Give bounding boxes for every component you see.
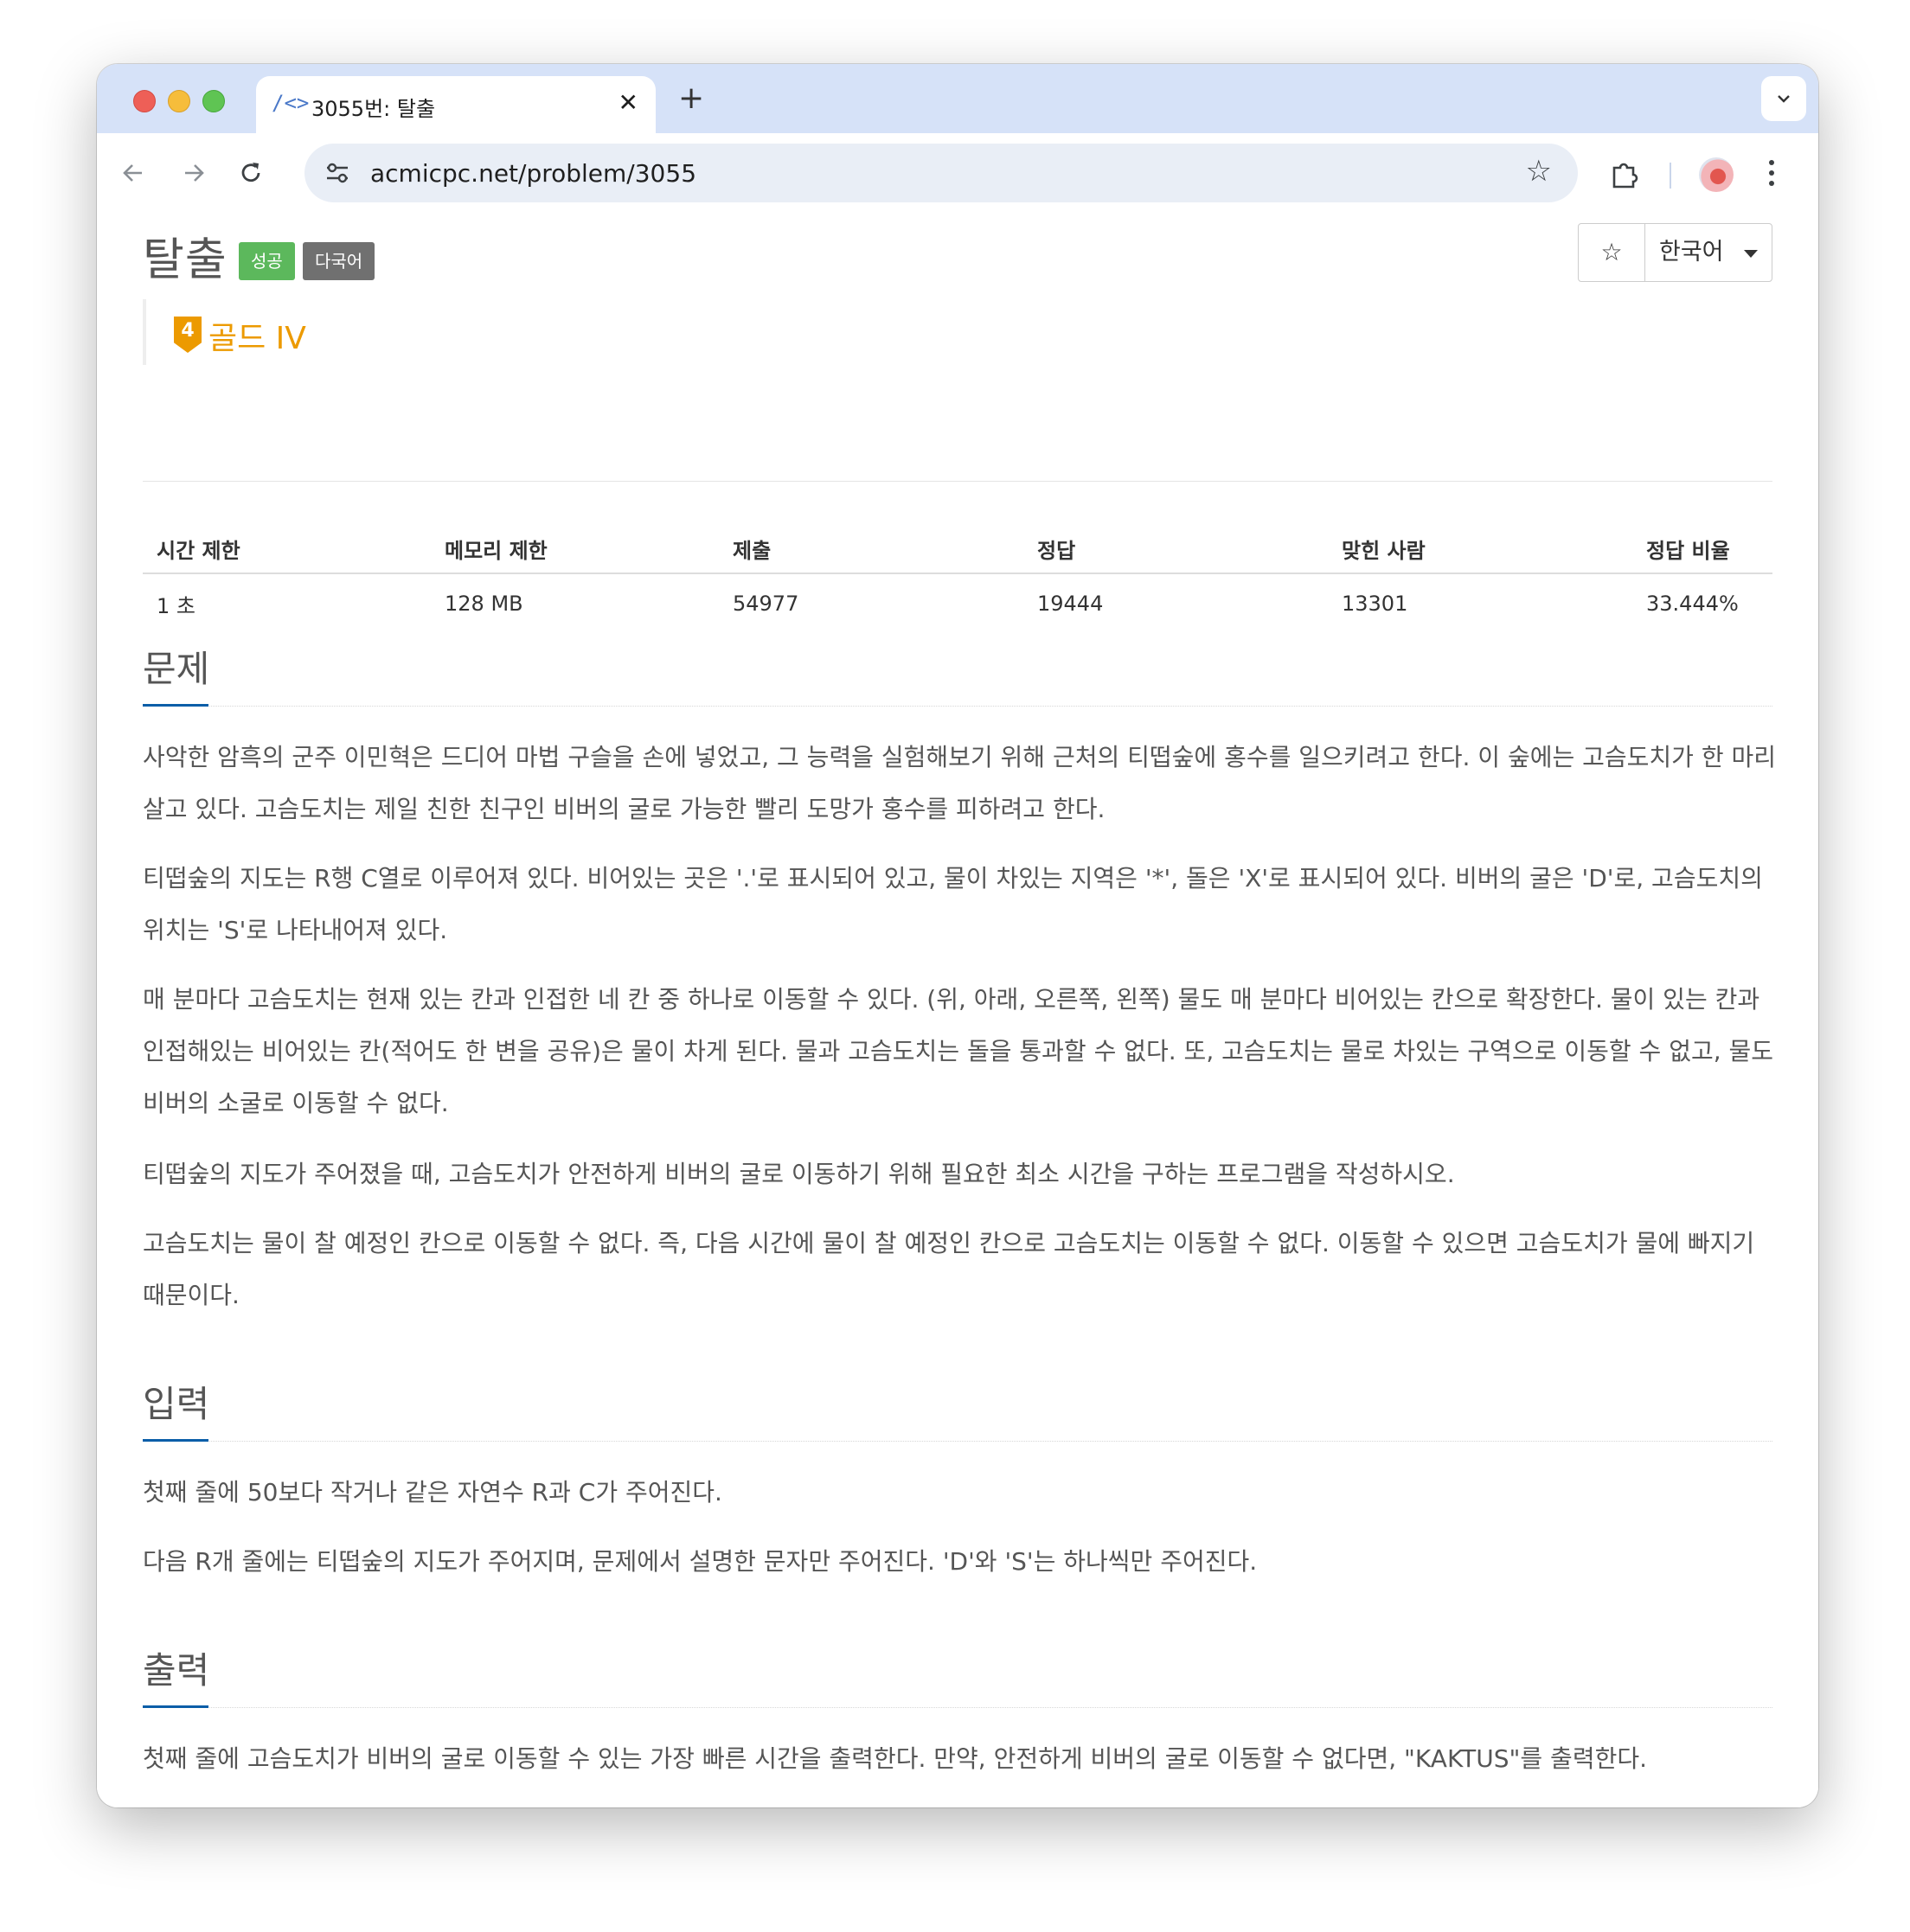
input-paragraph: 첫째 줄에 50보다 작거나 같은 자연수 R과 C가 주어진다. (143, 1478, 722, 1507)
table-header: 정답 (1023, 524, 1328, 574)
tier-name[interactable]: 골드 IV (208, 313, 306, 358)
forward-icon[interactable] (180, 152, 208, 198)
new-tab-button[interactable]: + (678, 81, 704, 116)
problem-title: 탈출 (143, 234, 228, 286)
profile-avatar[interactable] (1699, 157, 1734, 192)
divider (143, 481, 1772, 482)
problem-paragraph: 사악한 암흑의 군주 이민혁은 드디어 마법 구슬을 손에 넣었고, 그 능력을… (143, 743, 1777, 823)
maximize-window-button[interactable] (202, 90, 225, 112)
minimize-window-button[interactable] (168, 90, 190, 112)
table-header: 정답 비율 (1632, 524, 1772, 574)
more-menu-icon[interactable] (1766, 156, 1777, 198)
favorite-star-button[interactable]: ☆ (1579, 224, 1645, 281)
problem-paragraph: 티떱숲의 지도가 주어졌을 때, 고슴도치가 안전하게 비버의 굴로 이동하기 … (143, 1160, 1455, 1188)
problem-info-table: 시간 제한 메모리 제한 제출 정답 맞힌 사람 정답 비율 1 초 128 M… (143, 524, 1772, 633)
tier-block: 4 골드 IV (143, 299, 306, 365)
table-header: 시간 제한 (143, 524, 431, 574)
table-row: 1 초 128 MB 54977 19444 13301 33.444% (143, 573, 1772, 633)
output-section-header: 출력 (143, 1645, 1772, 1708)
table-cell: 13301 (1342, 592, 1408, 616)
input-paragraph: 다음 R개 줄에는 티떱숲의 지도가 주어지며, 문제에서 설명한 문자만 주어… (143, 1547, 1258, 1576)
section-divider (143, 1707, 1772, 1708)
tab-search-chevron-icon[interactable] (1761, 76, 1806, 121)
problem-actions: ☆ 한국어 (1578, 223, 1772, 282)
table-cell: 128 MB (445, 592, 523, 616)
tab-close-icon[interactable]: ✕ (619, 88, 638, 117)
bookmark-star-icon[interactable]: ☆ (1526, 154, 1552, 189)
table-header: 제출 (719, 524, 1023, 574)
multilang-label[interactable]: 다국어 (303, 242, 375, 280)
table-header: 메모리 제한 (431, 524, 719, 574)
table-cell: 1 초 (157, 593, 195, 618)
problem-paragraph: 티떱숲의 지도는 R행 C열로 이루어져 있다. 비어있는 곳은 '.'로 표시… (143, 864, 1763, 944)
section-underline (143, 1439, 208, 1442)
back-icon[interactable] (119, 152, 147, 198)
toolbar: acmicpc.net/problem/3055 ☆ (97, 133, 1818, 217)
page-content: 탈출 성공 다국어 ☆ 한국어 4 골드 IV 시간 제한 메모리 제한 제출 … (97, 216, 1818, 1807)
section-underline (143, 704, 208, 707)
problem-section-header: 문제 (143, 643, 1772, 707)
reload-icon[interactable] (237, 152, 265, 198)
output-section-title: 출력 (143, 1649, 210, 1692)
tab-active[interactable]: /<> 3055번: 탈출 ✕ (256, 76, 656, 133)
tab-title: 3055번: 탈출 (311, 97, 436, 121)
caret-down-icon (1744, 250, 1758, 258)
problem-paragraph: 매 분마다 고슴도치는 현재 있는 칸과 인접한 네 칸 중 하나로 이동할 수… (143, 985, 1774, 1117)
section-underline (143, 1705, 208, 1708)
success-label[interactable]: 성공 (239, 242, 295, 280)
code-favicon-icon: /<> (272, 91, 310, 115)
table-cell: 33.444% (1646, 592, 1739, 616)
input-section-title: 입력 (143, 1383, 210, 1425)
url-text[interactable]: acmicpc.net/problem/3055 (370, 159, 696, 188)
gold-tier-shield-icon: 4 (174, 317, 202, 353)
extensions-icon[interactable] (1607, 157, 1642, 192)
site-info-icon[interactable] (322, 157, 353, 189)
section-divider (143, 1441, 1772, 1442)
problem-paragraph: 고슴도치는 물이 찰 예정인 칸으로 이동할 수 없다. 즉, 다음 시간에 물… (143, 1229, 1755, 1309)
table-header-row: 시간 제한 메모리 제한 제출 정답 맞힌 사람 정답 비율 (143, 524, 1772, 574)
close-window-button[interactable] (133, 90, 156, 112)
language-select-button[interactable]: 한국어 (1645, 224, 1772, 281)
toolbar-divider (1670, 163, 1671, 189)
table-cell: 19444 (1037, 592, 1104, 616)
table-cell: 54977 (733, 592, 799, 616)
output-paragraph: 첫째 줄에 고슴도치가 비버의 굴로 이동할 수 있는 가장 빠른 시간을 출력… (143, 1744, 1647, 1773)
browser-window: /<> 3055번: 탈출 ✕ + acmicpc.net/problem/30… (97, 64, 1818, 1807)
address-bar[interactable]: acmicpc.net/problem/3055 ☆ (304, 144, 1578, 202)
tab-strip: /<> 3055번: 탈출 ✕ + (97, 64, 1818, 133)
table-header: 맞힌 사람 (1328, 524, 1632, 574)
input-section-header: 입력 (143, 1379, 1772, 1442)
section-divider (143, 706, 1772, 707)
language-label: 한국어 (1659, 239, 1724, 265)
problem-section-title: 문제 (143, 648, 210, 690)
